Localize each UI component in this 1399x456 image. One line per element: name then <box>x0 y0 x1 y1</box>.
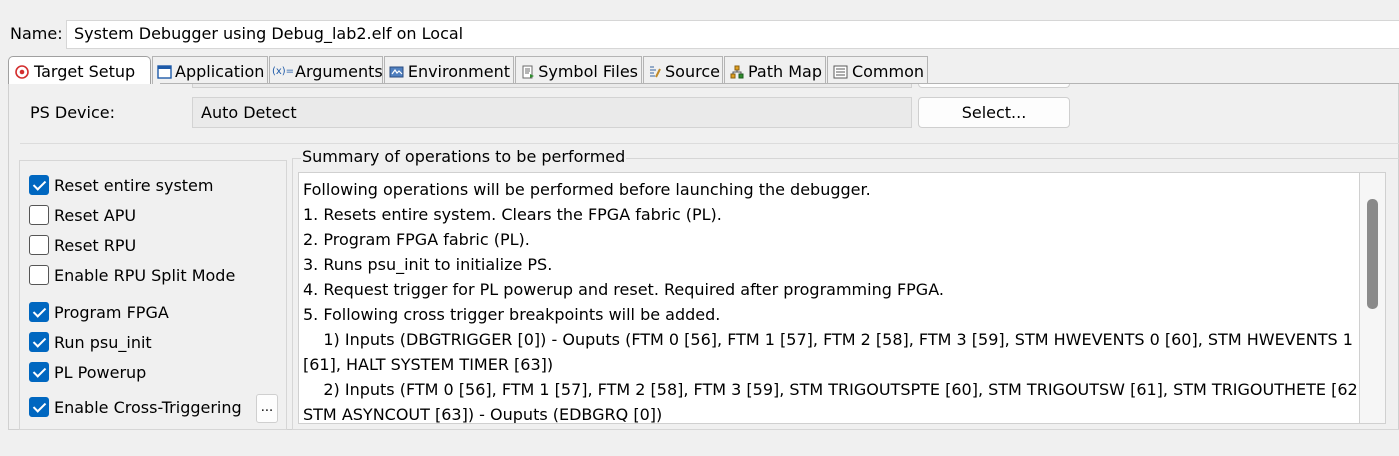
summary-text-area[interactable]: Following operations will be performed b… <box>298 172 1360 424</box>
tab-label: Environment <box>407 62 510 81</box>
reset-entire-system-checkbox[interactable]: Reset entire system <box>29 175 213 195</box>
tab-path-map[interactable]: Path Map <box>724 56 826 84</box>
reset-apu-checkbox[interactable]: Reset APU <box>29 205 136 225</box>
enable-cross-triggering-checkbox[interactable]: Enable Cross-Triggering <box>29 397 242 417</box>
run-psu-init-checkbox[interactable]: Run psu_init <box>29 332 152 352</box>
common-icon <box>832 63 849 81</box>
checkbox-checked-icon[interactable] <box>29 397 49 417</box>
select-button[interactable]: Select... <box>918 97 1070 128</box>
path-map-icon <box>729 63 745 81</box>
program-fpga-checkbox[interactable]: Program FPGA <box>29 302 169 322</box>
checkbox-unchecked-icon[interactable] <box>29 205 49 225</box>
summary-line: 3. Runs psu_init to initialize PS. <box>303 255 553 274</box>
summary-line: 1. Resets entire system. Clears the FPGA… <box>303 205 722 224</box>
tab-label: Source <box>665 62 720 81</box>
symbol-files-icon <box>520 63 535 81</box>
cross-trigger-settings-button[interactable]: ... <box>256 394 278 423</box>
source-icon <box>648 63 662 81</box>
summary-title: Summary of operations to be performed <box>301 147 627 166</box>
scrollbar-thumb[interactable] <box>1367 199 1378 309</box>
checkbox-checked-icon[interactable] <box>29 362 49 382</box>
checkbox-label: Reset entire system <box>54 175 214 195</box>
tab-arguments[interactable]: (x)= Arguments <box>269 56 383 84</box>
summary-line: 2) Inputs (FTM 0 [56], FTM 1 [57], FTM 2… <box>303 380 1360 399</box>
summary-line: [61], HALT SYSTEM TIMER [63]) <box>303 355 554 374</box>
tab-target-setup[interactable]: Target Setup <box>8 56 151 84</box>
arguments-icon: (x)= <box>271 66 295 77</box>
separator <box>20 143 1399 144</box>
checkbox-label: Enable Cross-Triggering <box>54 397 242 417</box>
config-name-input[interactable]: System Debugger using Debug_lab2.elf on … <box>66 20 1399 49</box>
checkbox-label: Reset APU <box>54 205 137 225</box>
enable-rpu-split-mode-checkbox[interactable]: Enable RPU Split Mode <box>29 265 235 285</box>
summary-line: STM ASYNCOUT [63]) - Ouputs (EDBGRQ [0]) <box>303 405 663 424</box>
checkbox-label: PL Powerup <box>54 362 147 382</box>
checkbox-label: Reset RPU <box>54 235 137 255</box>
summary-line: 5. Following cross trigger breakpoints w… <box>303 305 721 324</box>
summary-line: 2. Program FPGA fabric (PL). <box>303 230 530 249</box>
summary-line: Following operations will be performed b… <box>303 180 871 199</box>
tab-label: Application <box>175 62 265 81</box>
scrolled-button-edge <box>918 84 1070 88</box>
checkbox-checked-icon[interactable] <box>29 175 49 195</box>
environment-icon <box>389 63 405 81</box>
tab-source[interactable]: Source <box>643 56 723 84</box>
checkbox-label: Program FPGA <box>54 302 169 322</box>
checkbox-unchecked-icon[interactable] <box>29 235 49 255</box>
tab-symbol-files[interactable]: Symbol Files <box>515 56 642 84</box>
name-label: Name: <box>10 24 63 43</box>
tab-label: Path Map <box>748 62 822 81</box>
ps-device-field[interactable]: Auto Detect <box>192 97 912 128</box>
checkbox-label: Run psu_init <box>54 332 152 352</box>
scrolled-combo-edge <box>192 84 912 88</box>
summary-line: 4. Request trigger for PL powerup and re… <box>303 280 944 299</box>
reset-rpu-checkbox[interactable]: Reset RPU <box>29 235 136 255</box>
tab-environment[interactable]: Environment <box>384 56 514 84</box>
tab-label: Arguments <box>295 62 383 81</box>
summary-line: 1) Inputs (DBGTRIGGER [0]) - Ouputs (FTM… <box>303 330 1353 349</box>
tab-label: Common <box>851 62 924 81</box>
options-group <box>19 160 287 430</box>
checkbox-checked-icon[interactable] <box>29 332 49 352</box>
checkbox-checked-icon[interactable] <box>29 302 49 322</box>
tab-label: Symbol Files <box>538 62 638 81</box>
tab-common[interactable]: Common <box>827 56 928 84</box>
tab-application[interactable]: Application <box>152 56 268 84</box>
checkbox-label: Enable RPU Split Mode <box>54 265 236 285</box>
target-icon <box>13 63 31 81</box>
tab-label: Target Setup <box>34 62 136 81</box>
pl-powerup-checkbox[interactable]: PL Powerup <box>29 362 146 382</box>
application-icon <box>157 63 172 81</box>
ps-device-label: PS Device: <box>30 103 115 122</box>
checkbox-unchecked-icon[interactable] <box>29 265 49 285</box>
